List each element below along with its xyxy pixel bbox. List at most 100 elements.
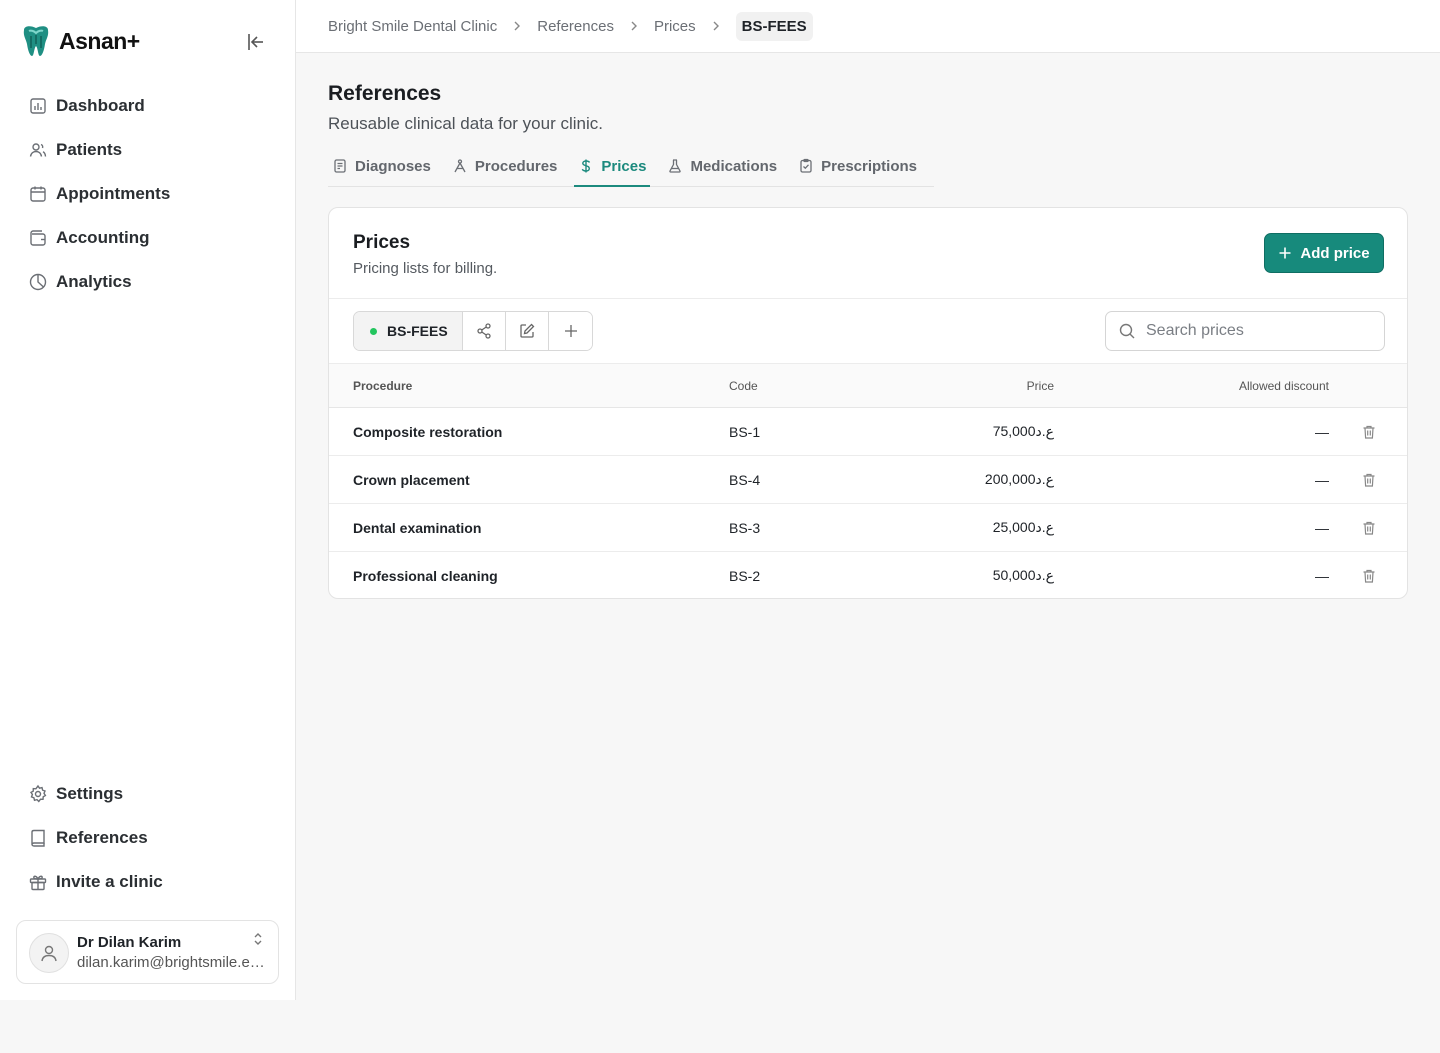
prices-table: Procedure Code Price Allowed discount Co…	[329, 363, 1407, 599]
page-title: References	[328, 82, 442, 105]
brand-name: Asnan+	[59, 27, 140, 54]
col-procedure[interactable]: Procedure	[329, 364, 729, 408]
nav-label: Settings	[56, 784, 124, 803]
table-row[interactable]: Composite restoration BS-1 75,000ع.د —	[329, 408, 1407, 456]
active-status-dot	[370, 327, 377, 335]
tab-label: Diagnoses	[355, 157, 431, 175]
add-price-label: Add price	[1300, 244, 1370, 262]
trash-icon	[1363, 522, 1375, 535]
tab-diagnoses[interactable]: Diagnoses	[328, 146, 435, 186]
search-input[interactable]	[1146, 322, 1366, 340]
plus-icon	[564, 325, 577, 337]
dashboard-icon	[30, 98, 46, 114]
cell-price: 50,000ع.د	[992, 567, 1054, 584]
breadcrumb: Bright Smile Dental Clinic References Pr…	[296, 0, 1440, 53]
nav-label: Invite a clinic	[56, 872, 163, 891]
cell-procedure: Professional cleaning	[353, 567, 498, 584]
edit-icon	[520, 323, 535, 338]
table-row[interactable]: Professional cleaning BS-2 50,000ع.د —	[329, 552, 1407, 599]
chevron-right-icon	[631, 21, 637, 31]
card-subtitle: Pricing lists for billing.	[353, 260, 498, 277]
price-list-select[interactable]: BS-FEES	[354, 312, 463, 350]
tab-label: Prescriptions	[821, 157, 918, 175]
col-discount[interactable]: Allowed discount	[1054, 364, 1329, 408]
cell-code: BS-3	[729, 519, 761, 536]
chevron-right-icon	[514, 21, 521, 31]
breadcrumb-prices[interactable]: Prices	[654, 18, 696, 35]
tab-procedures[interactable]: Procedures	[448, 146, 562, 186]
clipboard-check-icon	[800, 158, 812, 173]
col-price[interactable]: Price	[869, 364, 1054, 408]
trash-icon	[1363, 570, 1375, 583]
gear-icon	[29, 784, 47, 803]
reference-tabs: Diagnoses Procedures Prices Medications …	[328, 146, 935, 187]
delete-row-button[interactable]	[1329, 504, 1407, 552]
breadcrumb-clinic[interactable]: Bright Smile Dental Clinic	[328, 18, 497, 35]
price-list-toolbar: BS-FEES	[329, 298, 1407, 364]
new-list-button[interactable]	[549, 312, 592, 350]
nav-item-references[interactable]: References	[16, 816, 280, 860]
tab-label: Prices	[601, 157, 647, 175]
tab-medications[interactable]: Medications	[663, 146, 781, 186]
table-row[interactable]: Crown placement BS-4 200,000ع.د —	[329, 456, 1407, 504]
user-menu[interactable]: Dr Dilan Karim dilan.karim@brightsmile.e…	[16, 920, 279, 984]
cell-discount: —	[1315, 471, 1329, 488]
breadcrumb-current: BS-FEES	[735, 11, 813, 41]
main-nav: Dashboard Patients Appointments Accounti…	[16, 84, 280, 304]
cell-discount: —	[1315, 567, 1329, 584]
tooth-logo-icon	[23, 26, 49, 56]
nav-item-accounting[interactable]: Accounting	[16, 216, 280, 260]
secondary-nav: Settings References Invite a clinic	[16, 772, 280, 904]
search-box	[1105, 311, 1385, 351]
prices-card: Prices Pricing lists for billing. Add pr…	[328, 207, 1408, 599]
card-title: Prices	[353, 232, 411, 253]
nav-label: References	[56, 828, 148, 847]
cell-procedure: Dental examination	[353, 519, 482, 536]
cell-price: 25,000ع.د	[992, 519, 1054, 535]
tab-prescriptions[interactable]: Prescriptions	[794, 146, 921, 186]
clipboard-list-icon	[334, 159, 346, 173]
main-content: Bright Smile Dental Clinic References Pr…	[296, 0, 1440, 1000]
table-row[interactable]: Dental examination BS-3 25,000ع.د —	[329, 504, 1407, 552]
nav-label: Analytics	[56, 272, 132, 291]
users-icon	[29, 143, 47, 157]
delete-row-button[interactable]	[1329, 408, 1407, 456]
cell-price: 200,000ع.د	[984, 471, 1054, 487]
calendar-icon	[30, 186, 46, 202]
flask-icon	[669, 159, 682, 173]
price-list-switcher: BS-FEES	[353, 311, 593, 351]
table-header: Procedure Code Price Allowed discount	[329, 363, 1407, 408]
pie-chart-icon	[29, 273, 47, 291]
page-subtitle: Reusable clinical data for your clinic.	[328, 114, 603, 133]
add-price-button[interactable]: Add price	[1264, 233, 1384, 273]
nav-item-patients[interactable]: Patients	[16, 128, 280, 172]
cell-procedure: Crown placement	[353, 471, 470, 488]
cell-code: BS-2	[729, 567, 761, 584]
cell-discount: —	[1315, 519, 1329, 536]
nav-label: Accounting	[56, 228, 150, 247]
col-actions	[1329, 364, 1407, 408]
search-icon	[1119, 323, 1135, 339]
share-list-button[interactable]	[463, 312, 506, 350]
delete-row-button[interactable]	[1329, 552, 1407, 599]
user-name: Dr Dilan Karim	[77, 934, 182, 951]
avatar	[29, 933, 69, 973]
nav-item-settings[interactable]: Settings	[16, 772, 280, 816]
wallet-icon	[30, 230, 46, 246]
col-code[interactable]: Code	[729, 364, 869, 408]
edit-list-button[interactable]	[506, 312, 549, 350]
cell-procedure: Composite restoration	[353, 423, 503, 440]
nav-item-analytics[interactable]: Analytics	[16, 260, 280, 304]
nav-item-dashboard[interactable]: Dashboard	[16, 84, 280, 128]
nav-item-appointments[interactable]: Appointments	[16, 172, 280, 216]
brand[interactable]: Asnan+	[20, 24, 140, 58]
nav-label: Patients	[56, 140, 123, 159]
nav-item-invite[interactable]: Invite a clinic	[16, 860, 280, 904]
nav-label: Dashboard	[56, 96, 145, 115]
chevrons-up-down-icon	[254, 933, 262, 945]
trash-icon	[1363, 426, 1375, 439]
tab-prices[interactable]: Prices	[574, 146, 651, 187]
breadcrumb-references[interactable]: References	[537, 18, 614, 35]
delete-row-button[interactable]	[1329, 456, 1407, 504]
collapse-sidebar-icon[interactable]	[244, 30, 268, 54]
